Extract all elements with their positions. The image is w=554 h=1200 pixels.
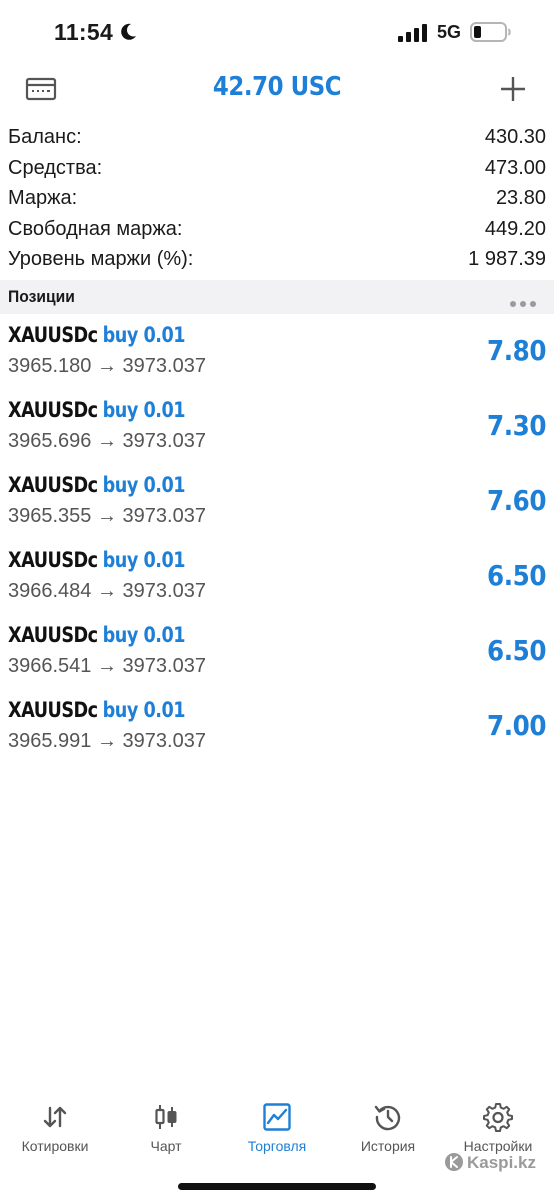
positions-list: XAUUSDc buy 0.01 3965.180 → 3973.037 7.80… — [0, 318, 554, 768]
position-profit: 6.50 — [486, 634, 546, 667]
page-title: 42.70 USC — [212, 72, 342, 102]
position-title: XAUUSDc buy 0.01 — [8, 623, 186, 647]
home-indicator[interactable] — [178, 1183, 376, 1190]
status-time: 11:54 — [54, 19, 114, 45]
history-clock-icon — [374, 1105, 401, 1131]
summary-row-balance: Баланс: 430.30 — [0, 124, 554, 155]
position-row[interactable]: XAUUSDc buy 0.01 3965.696 → 3973.037 7.30 — [0, 393, 554, 468]
status-bar: 11:54 5G — [0, 0, 554, 66]
position-symbol: XAUUSDc — [8, 698, 98, 722]
summary-label: Баланс: — [8, 126, 82, 148]
watermark-text: Kaspi.kz — [467, 1153, 536, 1172]
position-row[interactable]: XAUUSDc buy 0.01 3966.484 → 3973.037 6.50 — [0, 543, 554, 618]
position-row[interactable]: XAUUSDc buy 0.01 3966.541 → 3973.037 6.50 — [0, 618, 554, 693]
position-profit: 7.00 — [486, 709, 546, 742]
position-symbol: XAUUSDc — [8, 623, 98, 647]
position-symbol: XAUUSDc — [8, 323, 98, 347]
tab-label: Торговля — [247, 1138, 307, 1154]
position-type: buy 0.01 — [102, 473, 186, 497]
summary-row-margin-level: Уровень маржи (%): 1 987.39 — [0, 246, 554, 277]
position-profit: 7.80 — [486, 334, 546, 367]
quotes-arrows-icon — [43, 1106, 67, 1128]
summary-row-free-margin: Свободная маржа: 449.20 — [0, 216, 554, 247]
account-summary: Баланс: 430.30 Средства: 473.00 Маржа: 2… — [0, 124, 554, 277]
trade-chart-icon — [263, 1103, 291, 1131]
position-prices: 3965.696 → 3973.037 — [8, 430, 206, 452]
watermark: Kaspi.kz — [444, 1152, 536, 1173]
tab-quotes[interactable]: Котировки — [0, 1094, 110, 1164]
position-type: buy 0.01 — [102, 698, 186, 722]
tab-label: История — [360, 1138, 416, 1154]
position-type: buy 0.01 — [102, 623, 186, 647]
position-title: XAUUSDc buy 0.01 — [8, 698, 186, 722]
position-row[interactable]: XAUUSDc buy 0.01 3965.180 → 3973.037 7.80 — [0, 318, 554, 393]
position-symbol: XAUUSDc — [8, 473, 98, 497]
tab-label: Чарт — [150, 1138, 182, 1154]
network-type: 5G — [437, 22, 462, 42]
position-prices: 3965.991 → 3973.037 — [8, 730, 206, 752]
position-profit: 7.60 — [486, 484, 546, 517]
position-profit: 6.50 — [486, 559, 546, 592]
position-type: buy 0.01 — [102, 323, 186, 347]
position-symbol: XAUUSDc — [8, 398, 98, 422]
kaspi-logo-icon — [445, 1153, 463, 1171]
summary-value: 449.20 — [484, 217, 546, 240]
position-profit: 7.30 — [486, 409, 546, 442]
positions-section-header: Позиции — [0, 280, 554, 314]
position-title: XAUUSDc buy 0.01 — [8, 323, 186, 347]
position-title: XAUUSDc buy 0.01 — [8, 473, 186, 497]
summary-label: Средства: — [8, 156, 103, 179]
summary-label: Маржа: — [8, 187, 78, 209]
summary-value: 473.00 — [484, 156, 546, 179]
summary-row-margin: Маржа: 23.80 — [0, 185, 554, 216]
position-symbol: XAUUSDc — [8, 548, 98, 572]
position-prices: 3966.484 → 3973.037 — [8, 580, 206, 602]
position-prices: 3965.355 → 3973.037 — [8, 505, 206, 527]
tab-chart[interactable]: Чарт — [111, 1094, 221, 1164]
summary-label: Уровень маржи (%): — [8, 248, 194, 270]
summary-value: 23.80 — [495, 187, 546, 209]
section-title: Позиции — [8, 287, 75, 306]
position-type: buy 0.01 — [102, 398, 186, 422]
position-row[interactable]: XAUUSDc buy 0.01 3965.355 → 3973.037 7.60 — [0, 468, 554, 543]
summary-value: 1 987.39 — [468, 248, 546, 270]
position-row[interactable]: XAUUSDc buy 0.01 3965.991 → 3973.037 7.00 — [0, 693, 554, 768]
moon-icon — [121, 23, 136, 40]
summary-value: 430.30 — [484, 126, 546, 148]
summary-row-equity: Средства: 473.00 — [0, 155, 554, 186]
position-prices: 3965.180 → 3973.037 — [8, 355, 206, 377]
tab-history[interactable]: История — [333, 1094, 443, 1164]
position-title: XAUUSDc buy 0.01 — [8, 398, 186, 422]
cellular-signal-icon — [398, 24, 427, 42]
candlestick-chart-icon — [155, 1105, 177, 1129]
more-options-icon[interactable] — [510, 294, 540, 307]
tab-label: Котировки — [21, 1138, 89, 1154]
summary-label: Свободная маржа: — [8, 217, 183, 240]
position-prices: 3966.541 → 3973.037 — [8, 655, 206, 677]
header: 42.70 USC — [0, 66, 554, 114]
position-type: buy 0.01 — [102, 548, 186, 572]
gear-icon — [483, 1103, 513, 1132]
position-title: XAUUSDc buy 0.01 — [8, 548, 186, 572]
battery-icon — [470, 22, 511, 42]
tab-trade[interactable]: Торговля — [222, 1094, 332, 1164]
plus-icon[interactable] — [498, 74, 528, 104]
